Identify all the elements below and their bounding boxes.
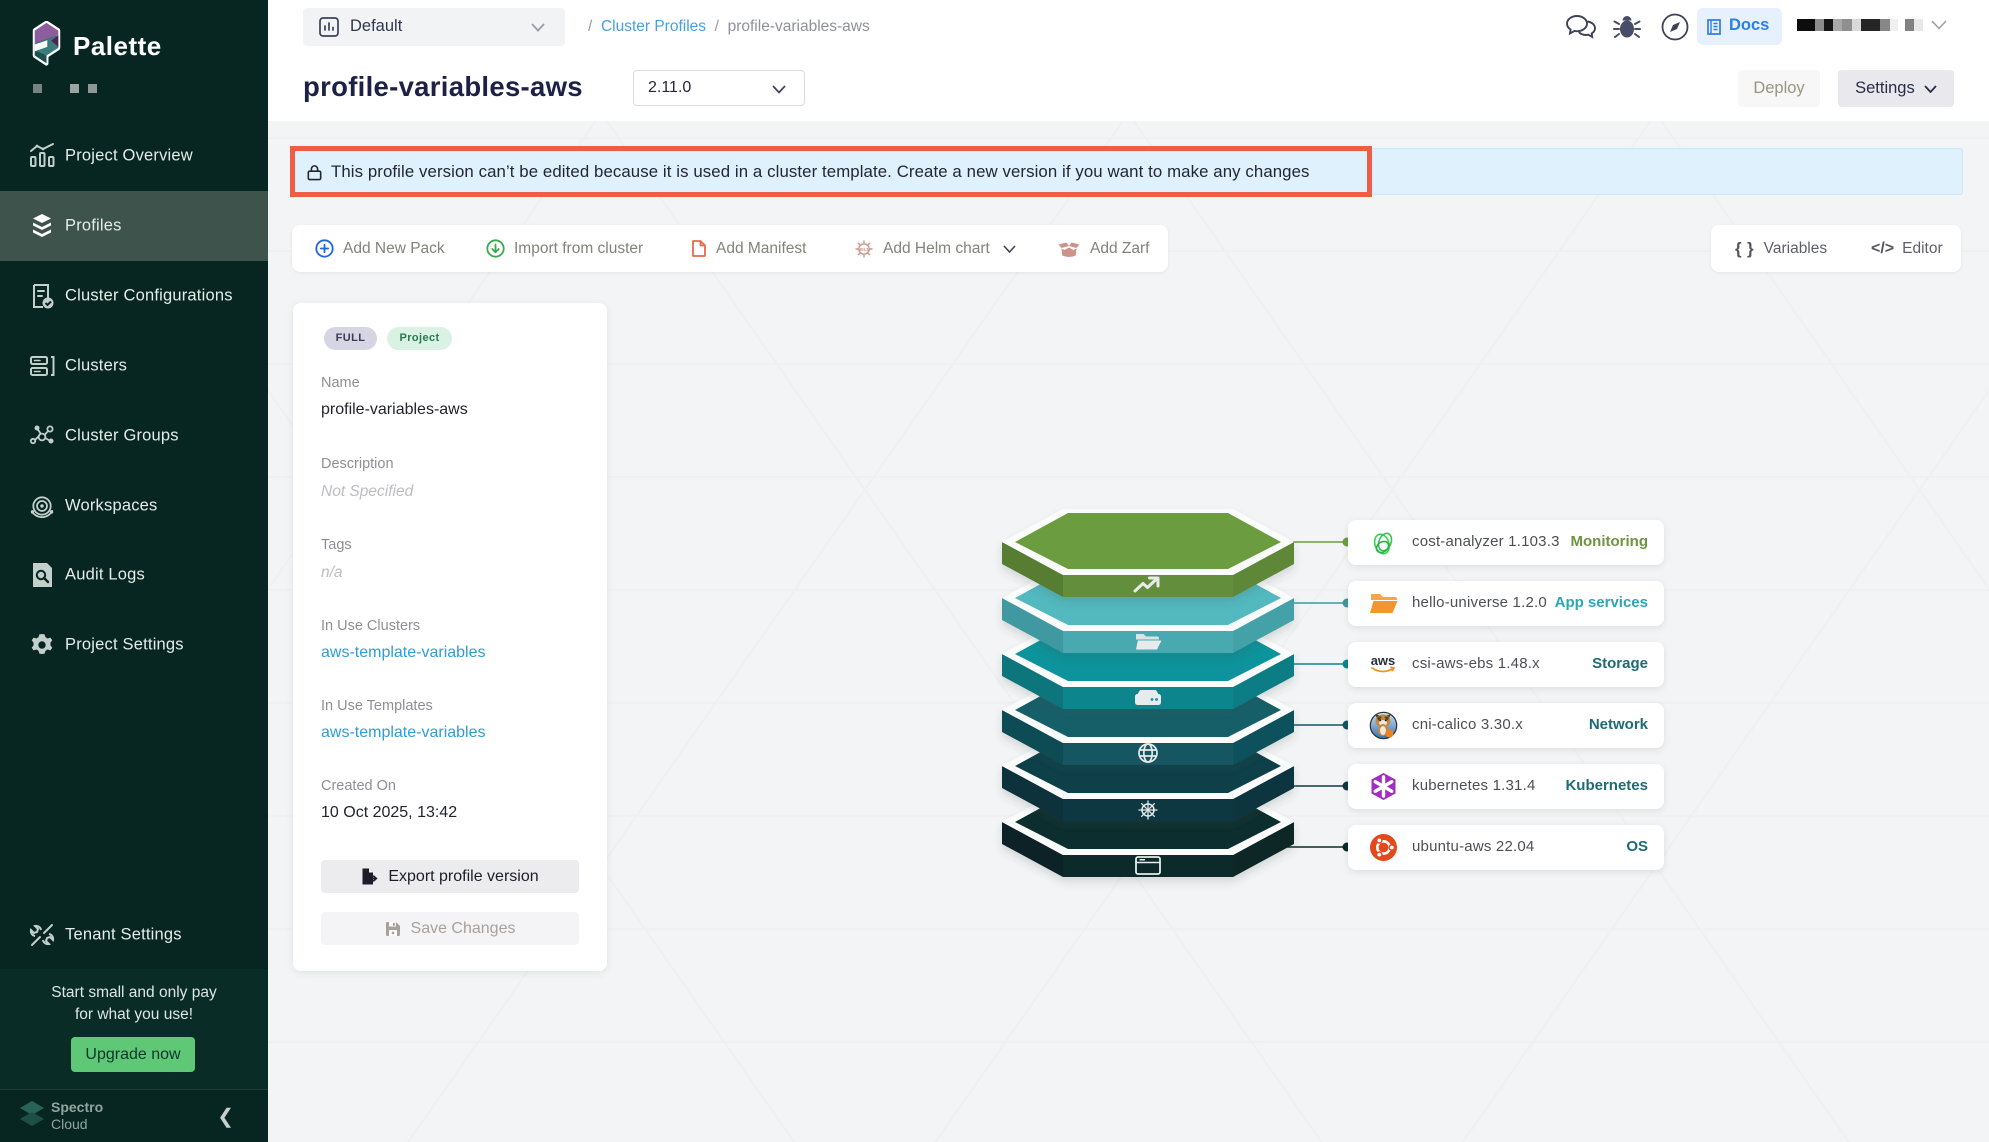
svg-text:aws: aws (1371, 653, 1396, 668)
svg-text:HELM: HELM (858, 247, 870, 252)
